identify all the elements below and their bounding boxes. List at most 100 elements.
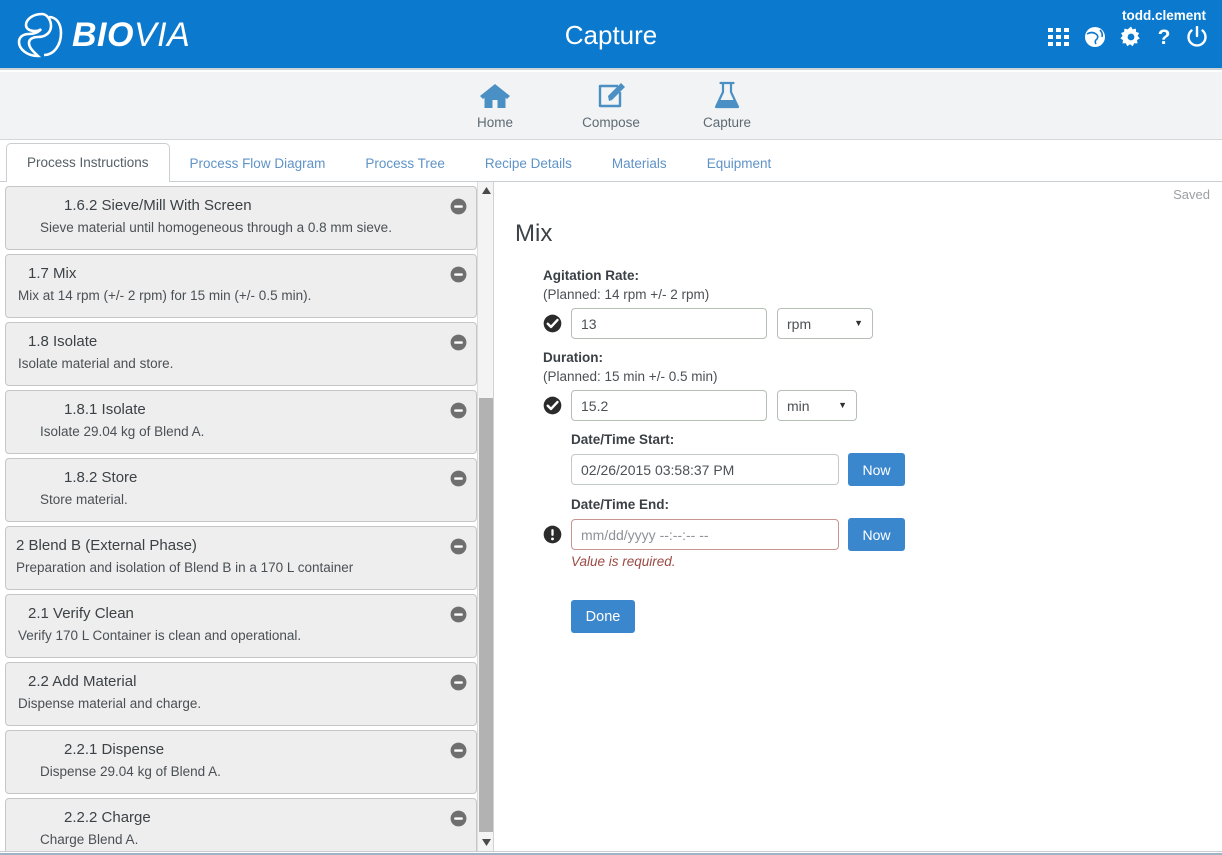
step-title: 2.1 Verify Clean xyxy=(28,605,134,622)
primary-nav: Home Compose Capture xyxy=(0,72,1222,140)
nav-item-capture[interactable]: Capture xyxy=(687,79,767,130)
step-item[interactable]: 2.1 Verify Clean Verify 170 L Container i… xyxy=(5,594,477,658)
scroll-down-arrow-icon[interactable] xyxy=(478,834,493,851)
scrollbar-thumb[interactable] xyxy=(479,398,493,832)
agitation-rate-input[interactable] xyxy=(571,308,767,339)
minus-circle-icon[interactable] xyxy=(450,810,467,827)
datetime-start-label: Date/Time Start: xyxy=(571,432,675,447)
gear-icon[interactable] xyxy=(1120,26,1142,48)
check-circle-icon xyxy=(543,396,562,415)
nav-item-compose[interactable]: Compose xyxy=(571,79,651,130)
step-title: 2.2.1 Dispense xyxy=(64,741,165,758)
step-title: 2 Blend B (External Phase) xyxy=(16,537,197,554)
help-icon[interactable]: ? xyxy=(1156,26,1172,48)
step-description: Dispense 29.04 kg of Blend A. xyxy=(40,764,221,779)
header-icon-row: ? xyxy=(1048,26,1208,48)
tab-process-flow-diagram[interactable]: Process Flow Diagram xyxy=(170,145,346,183)
minus-circle-icon[interactable] xyxy=(450,538,467,555)
nav-label-compose: Compose xyxy=(582,115,640,130)
tab-equipment[interactable]: Equipment xyxy=(687,145,792,183)
chevron-down-icon: ▼ xyxy=(838,400,847,410)
tab-process-tree[interactable]: Process Tree xyxy=(345,145,465,183)
minus-circle-icon[interactable] xyxy=(450,606,467,623)
user-name: todd.clement xyxy=(1121,8,1206,23)
capture-form: Agitation Rate: (Planned: 14 rpm +/- 2 r… xyxy=(543,266,1183,633)
step-description: Isolate material and store. xyxy=(18,356,174,371)
step-description: Isolate 29.04 kg of Blend A. xyxy=(40,424,205,439)
flask-icon xyxy=(687,79,767,113)
done-button[interactable]: Done xyxy=(571,600,635,633)
process-instructions-panel: 1.6.2 Sieve/Mill With Screen Sieve materi… xyxy=(0,182,494,851)
step-item[interactable]: 2.2.1 Dispense Dispense 29.04 kg of Blend… xyxy=(5,730,477,794)
globe-icon[interactable] xyxy=(1084,26,1106,48)
detail-title: Mix xyxy=(515,220,553,247)
tab-materials[interactable]: Materials xyxy=(592,145,687,183)
nav-label-home: Home xyxy=(476,115,513,130)
check-circle-icon xyxy=(543,314,562,333)
step-description: Charge Blend A. xyxy=(40,832,139,847)
step-title: 1.8 Isolate xyxy=(28,333,98,350)
power-icon[interactable] xyxy=(1186,26,1208,48)
minus-circle-icon[interactable] xyxy=(450,402,467,419)
minus-circle-icon[interactable] xyxy=(450,674,467,691)
duration-label: Duration: xyxy=(543,350,603,365)
duration-input[interactable] xyxy=(571,390,767,421)
step-item[interactable]: 1.7 Mix Mix at 14 rpm (+/- 2 rpm) for 15 … xyxy=(5,254,477,318)
step-item[interactable]: 1.8 Isolate Isolate material and store. xyxy=(5,322,477,386)
step-item[interactable]: 1.8.2 Store Store material. xyxy=(5,458,477,522)
nav-item-home[interactable]: Home xyxy=(455,79,535,130)
step-item[interactable]: 1.8.1 Isolate Isolate 29.04 kg of Blend A… xyxy=(5,390,477,454)
tab-recipe-details[interactable]: Recipe Details xyxy=(465,145,592,183)
agitation-rate-planned: (Planned: 14 rpm +/- 2 rpm) xyxy=(543,287,710,302)
chevron-down-icon: ▼ xyxy=(854,318,863,328)
save-status: Saved xyxy=(1173,187,1210,202)
step-item[interactable]: 1.6.2 Sieve/Mill With Screen Sieve materi… xyxy=(5,186,477,250)
minus-circle-icon[interactable] xyxy=(450,470,467,487)
field-agitation-rate: Agitation Rate: (Planned: 14 rpm +/- 2 r… xyxy=(543,266,1183,339)
step-title: 1.8.2 Store xyxy=(64,469,138,486)
app-header: BIOVIA Capture todd.clement ? xyxy=(0,0,1222,70)
step-description: Store material. xyxy=(40,492,128,507)
tab-bar: Process Instructions Process Flow Diagram… xyxy=(0,140,1222,183)
exclamation-circle-icon xyxy=(543,525,562,544)
window-bottom-edge xyxy=(0,851,1222,855)
user-zone: todd.clement ? xyxy=(1048,8,1208,48)
tab-process-instructions[interactable]: Process Instructions xyxy=(6,143,170,183)
main-content: 1.6.2 Sieve/Mill With Screen Sieve materi… xyxy=(0,182,1222,851)
minus-circle-icon[interactable] xyxy=(450,334,467,351)
datetime-end-label: Date/Time End: xyxy=(571,497,670,512)
field-datetime-end: Date/Time End: Now Value is required. xyxy=(543,495,1183,569)
scroll-up-arrow-icon[interactable] xyxy=(478,182,493,199)
minus-circle-icon[interactable] xyxy=(450,742,467,759)
step-title: 1.8.1 Isolate xyxy=(64,401,146,418)
detail-panel: Saved Mix Agitation Rate: (Planned: 14 r… xyxy=(495,182,1222,851)
svg-text:?: ? xyxy=(1158,26,1171,48)
duration-unit-select[interactable]: min ▼ xyxy=(777,390,857,421)
list-scrollbar[interactable] xyxy=(477,182,493,851)
agitation-rate-unit-select[interactable]: rpm ▼ xyxy=(777,308,873,339)
step-description: Sieve material until homogeneous through… xyxy=(40,220,392,235)
step-item[interactable]: 2.2.2 Charge Charge Blend A. xyxy=(5,798,477,851)
datetime-start-now-button[interactable]: Now xyxy=(848,453,905,486)
minus-circle-icon[interactable] xyxy=(450,266,467,283)
datetime-end-now-button[interactable]: Now xyxy=(848,518,905,551)
nav-label-capture: Capture xyxy=(702,115,752,130)
step-description: Mix at 14 rpm (+/- 2 rpm) for 15 min (+/… xyxy=(18,288,312,303)
datetime-start-input[interactable] xyxy=(571,454,839,485)
page-title: Capture xyxy=(564,20,658,50)
datetime-end-input[interactable] xyxy=(571,519,839,550)
compose-pencil-icon xyxy=(571,79,651,113)
datetime-end-error: Value is required. xyxy=(571,554,676,569)
agitation-rate-unit-value: rpm xyxy=(787,315,812,332)
step-description: Preparation and isolation of Blend B in … xyxy=(16,560,354,575)
step-description: Verify 170 L Container is clean and oper… xyxy=(18,628,302,643)
field-datetime-start: Date/Time Start: Now xyxy=(543,430,1183,486)
step-item[interactable]: 2 Blend B (External Phase) Preparation an… xyxy=(5,526,477,590)
home-icon xyxy=(455,79,535,113)
step-item[interactable]: 2.2 Add Material Dispense material and ch… xyxy=(5,662,477,726)
agitation-rate-label: Agitation Rate: xyxy=(543,268,639,283)
duration-unit-value: min xyxy=(787,397,810,414)
minus-circle-icon[interactable] xyxy=(450,198,467,215)
apps-grid-icon[interactable] xyxy=(1048,28,1070,46)
field-duration: Duration: (Planned: 15 min +/- 0.5 min) … xyxy=(543,348,1183,421)
